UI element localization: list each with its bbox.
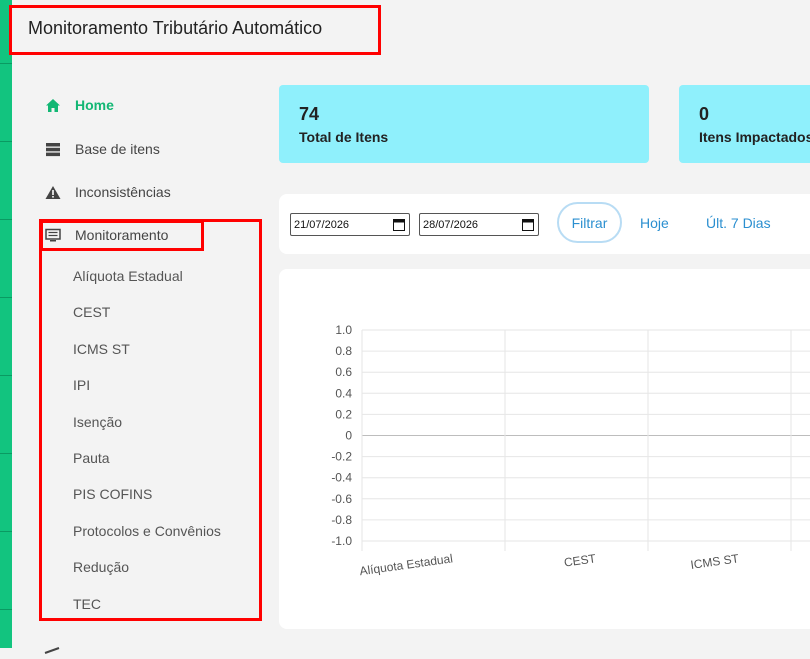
left-accent-bar bbox=[0, 0, 12, 648]
x-tick-label: CEST bbox=[563, 551, 597, 569]
y-tick-label: -0.8 bbox=[331, 513, 352, 527]
x-tick-label: ICMS ST bbox=[690, 551, 741, 572]
last-7-days-button[interactable]: Últ. 7 Dias bbox=[706, 215, 771, 231]
database-icon bbox=[44, 140, 62, 158]
sidebar-item-label: Base de itens bbox=[75, 141, 160, 157]
bar-chart: 1.0 0.8 0.6 0.4 0.2 0 -0.2 -0.4 -0.6 -0.8 -1.0 Alíq… bbox=[331, 323, 810, 578]
date-to-value: 28/07/2026 bbox=[423, 218, 479, 231]
y-tick-label: 0.4 bbox=[335, 386, 352, 400]
sidebar-item-base-de-itens[interactable]: Base de itens bbox=[44, 140, 160, 158]
y-tick-label: 1.0 bbox=[335, 323, 352, 337]
y-tick-label: 0 bbox=[345, 429, 352, 443]
filter-button[interactable]: Filtrar bbox=[557, 202, 622, 243]
card-value: 0 bbox=[699, 104, 710, 124]
card-label: Total de Itens bbox=[299, 129, 389, 145]
y-tick-label: 0.2 bbox=[335, 407, 352, 421]
date-filter-bar: 21/07/2026 28/07/2026 Filtrar Hoje Últ. … bbox=[279, 194, 810, 254]
calendar-icon[interactable] bbox=[393, 218, 405, 234]
title-highlight-box bbox=[9, 5, 381, 55]
card-value: 74 bbox=[299, 104, 320, 124]
sidebar-item-label: Inconsistências bbox=[75, 184, 171, 200]
summary-card-itens-impactados: 0 Itens Impactados bbox=[679, 85, 810, 163]
y-tick-label: -1.0 bbox=[331, 534, 352, 548]
card-label: Itens Impactados bbox=[699, 129, 810, 145]
chart-panel: 1.0 0.8 0.6 0.4 0.2 0 -0.2 -0.4 -0.6 -0.8 -1.0 Alíq… bbox=[279, 269, 810, 629]
calendar-icon[interactable] bbox=[522, 218, 534, 234]
sidebar-item-home[interactable]: Home bbox=[44, 96, 114, 114]
sidebar-item-inconsistencias[interactable]: Inconsistências bbox=[44, 183, 171, 201]
sidebar-item-label: Home bbox=[75, 97, 114, 113]
warning-icon bbox=[44, 183, 62, 201]
submenu-highlight-box bbox=[39, 219, 262, 621]
y-tick-label: -0.4 bbox=[331, 471, 352, 485]
x-tick-label: Alíquota Estadual bbox=[359, 551, 454, 578]
y-tick-label: 0.6 bbox=[335, 365, 352, 379]
date-from-value: 21/07/2026 bbox=[294, 218, 350, 231]
today-button[interactable]: Hoje bbox=[640, 215, 669, 231]
summary-card-total-itens: 74 Total de Itens bbox=[279, 85, 649, 163]
date-to-input[interactable]: 28/07/2026 bbox=[419, 213, 539, 236]
date-from-input[interactable]: 21/07/2026 bbox=[290, 213, 410, 236]
y-tick-label: -0.6 bbox=[331, 492, 352, 506]
y-tick-label: -0.2 bbox=[331, 450, 352, 464]
home-icon bbox=[44, 96, 62, 114]
y-tick-label: 0.8 bbox=[335, 344, 352, 358]
sidebar-next-item-icon[interactable] bbox=[44, 641, 60, 659]
